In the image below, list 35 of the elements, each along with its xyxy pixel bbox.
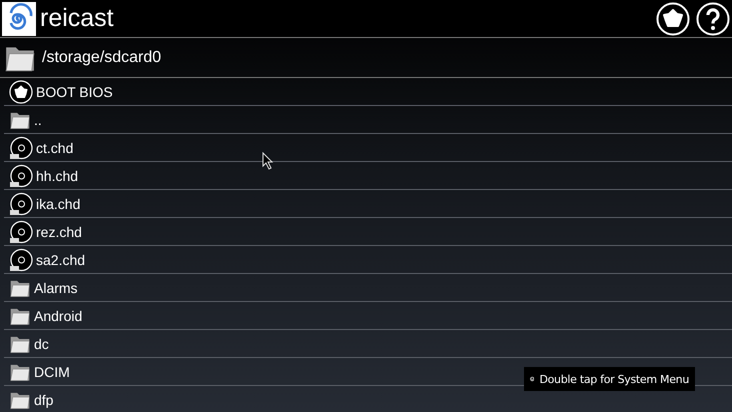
- flower-icon[interactable]: [656, 2, 690, 36]
- file-name: BOOT BIOS: [36, 84, 113, 100]
- file-list-item[interactable]: hh.chd: [4, 162, 732, 190]
- file-list-item[interactable]: dc: [4, 330, 732, 358]
- file-name: ..: [34, 112, 42, 128]
- file-list-item[interactable]: ika.chd: [4, 190, 732, 218]
- file-list-item[interactable]: sa2.chd: [4, 246, 732, 274]
- file-name: dfp: [34, 392, 54, 408]
- file-name: DCIM: [34, 364, 70, 380]
- toast-message: Double tap for System Menu: [539, 372, 689, 386]
- flower-icon: [9, 80, 33, 104]
- help-icon[interactable]: [696, 2, 730, 36]
- disc-icon: [9, 220, 33, 244]
- file-list-item[interactable]: ct.chd: [4, 134, 732, 162]
- current-path: /storage/sdcard0: [42, 48, 162, 66]
- file-list-item[interactable]: ..: [4, 106, 732, 134]
- file-list-item[interactable]: BOOT BIOS: [4, 78, 732, 106]
- file-name: rez.chd: [36, 224, 82, 240]
- file-name: ika.chd: [36, 196, 80, 212]
- file-name: sa2.chd: [36, 252, 86, 268]
- file-name: dc: [34, 336, 49, 352]
- file-name: ct.chd: [36, 140, 74, 156]
- file-list-item[interactable]: Alarms: [4, 274, 732, 302]
- disc-icon: [9, 164, 33, 188]
- swirl-logo-icon: [2, 2, 36, 36]
- mouse-pointer-icon: [262, 152, 274, 170]
- file-name: Alarms: [34, 280, 78, 296]
- app-title: reicast: [40, 4, 114, 33]
- disc-icon: [9, 136, 33, 160]
- disc-icon: [9, 192, 33, 216]
- file-list-item[interactable]: Android: [4, 302, 732, 330]
- file-name: Android: [34, 308, 82, 324]
- file-name: hh.chd: [36, 168, 78, 184]
- file-list-item[interactable]: rez.chd: [4, 218, 732, 246]
- disc-icon: [9, 248, 33, 272]
